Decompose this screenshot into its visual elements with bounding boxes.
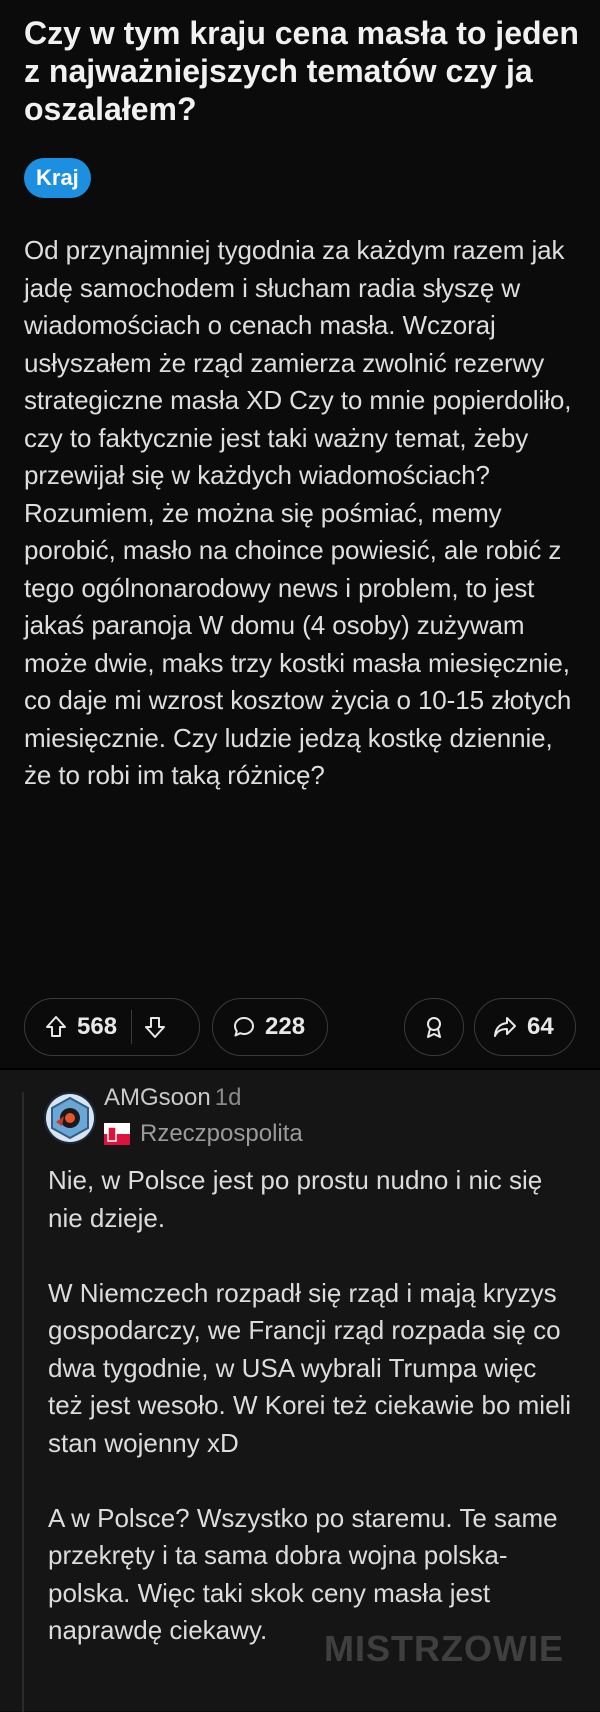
comment-author[interactable]: AMGsoon 1d: [104, 1084, 241, 1112]
watermark: MISTRZOWIE: [324, 1628, 564, 1669]
speech-bubble-icon: [233, 1016, 255, 1038]
comment-paragraph: Nie, w Polsce jest po prostu nudno i nic…: [48, 1165, 543, 1233]
comment: AMGsoon 1d Rzeczpospolita Nie, w Polsce j…: [0, 1070, 600, 1712]
award-ribbon-icon: [423, 1015, 445, 1039]
post-title[interactable]: Czy w tym kraju cena masła to jeden z na…: [24, 14, 584, 128]
arrow-up-icon: [45, 1015, 67, 1039]
vote-bar: 568: [24, 998, 200, 1056]
post-flair[interactable]: Kraj: [24, 158, 91, 198]
vote-divider: [131, 1010, 133, 1044]
award-button[interactable]: [404, 998, 464, 1056]
thread-line[interactable]: [22, 1092, 24, 1712]
user-flair: Rzeczpospolita: [104, 1120, 303, 1148]
comments-button[interactable]: 228: [212, 998, 328, 1056]
comment-paragraph: W Niemczech rozpadł się rząd i mają kryz…: [48, 1277, 572, 1458]
share-arrow-icon: [493, 1016, 517, 1038]
comment-count: 228: [265, 1013, 306, 1040]
username[interactable]: AMGsoon: [104, 1084, 211, 1111]
poland-flag-icon: [104, 1123, 130, 1145]
comment-time: 1d: [214, 1084, 242, 1111]
post-body: Od przynajmniej tygodnia za każdym razem…: [24, 235, 572, 790]
arrow-down-icon[interactable]: [144, 1015, 166, 1039]
share-count: 64: [527, 1013, 554, 1040]
post: Czy w tym kraju cena masła to jeden z na…: [0, 0, 600, 1068]
upvote-button[interactable]: 568: [25, 1013, 117, 1041]
user-flair-text: Rzeczpospolita: [140, 1120, 303, 1147]
comment-body: Nie, w Polsce jest po prostu nudno i nic…: [48, 1162, 573, 1687]
avatar[interactable]: [44, 1092, 96, 1144]
share-button[interactable]: 64: [474, 998, 576, 1056]
upvote-count: 568: [77, 1013, 118, 1040]
comment-paragraph: A w Polsce? Wszystko po staremu. Te same…: [48, 1502, 558, 1646]
